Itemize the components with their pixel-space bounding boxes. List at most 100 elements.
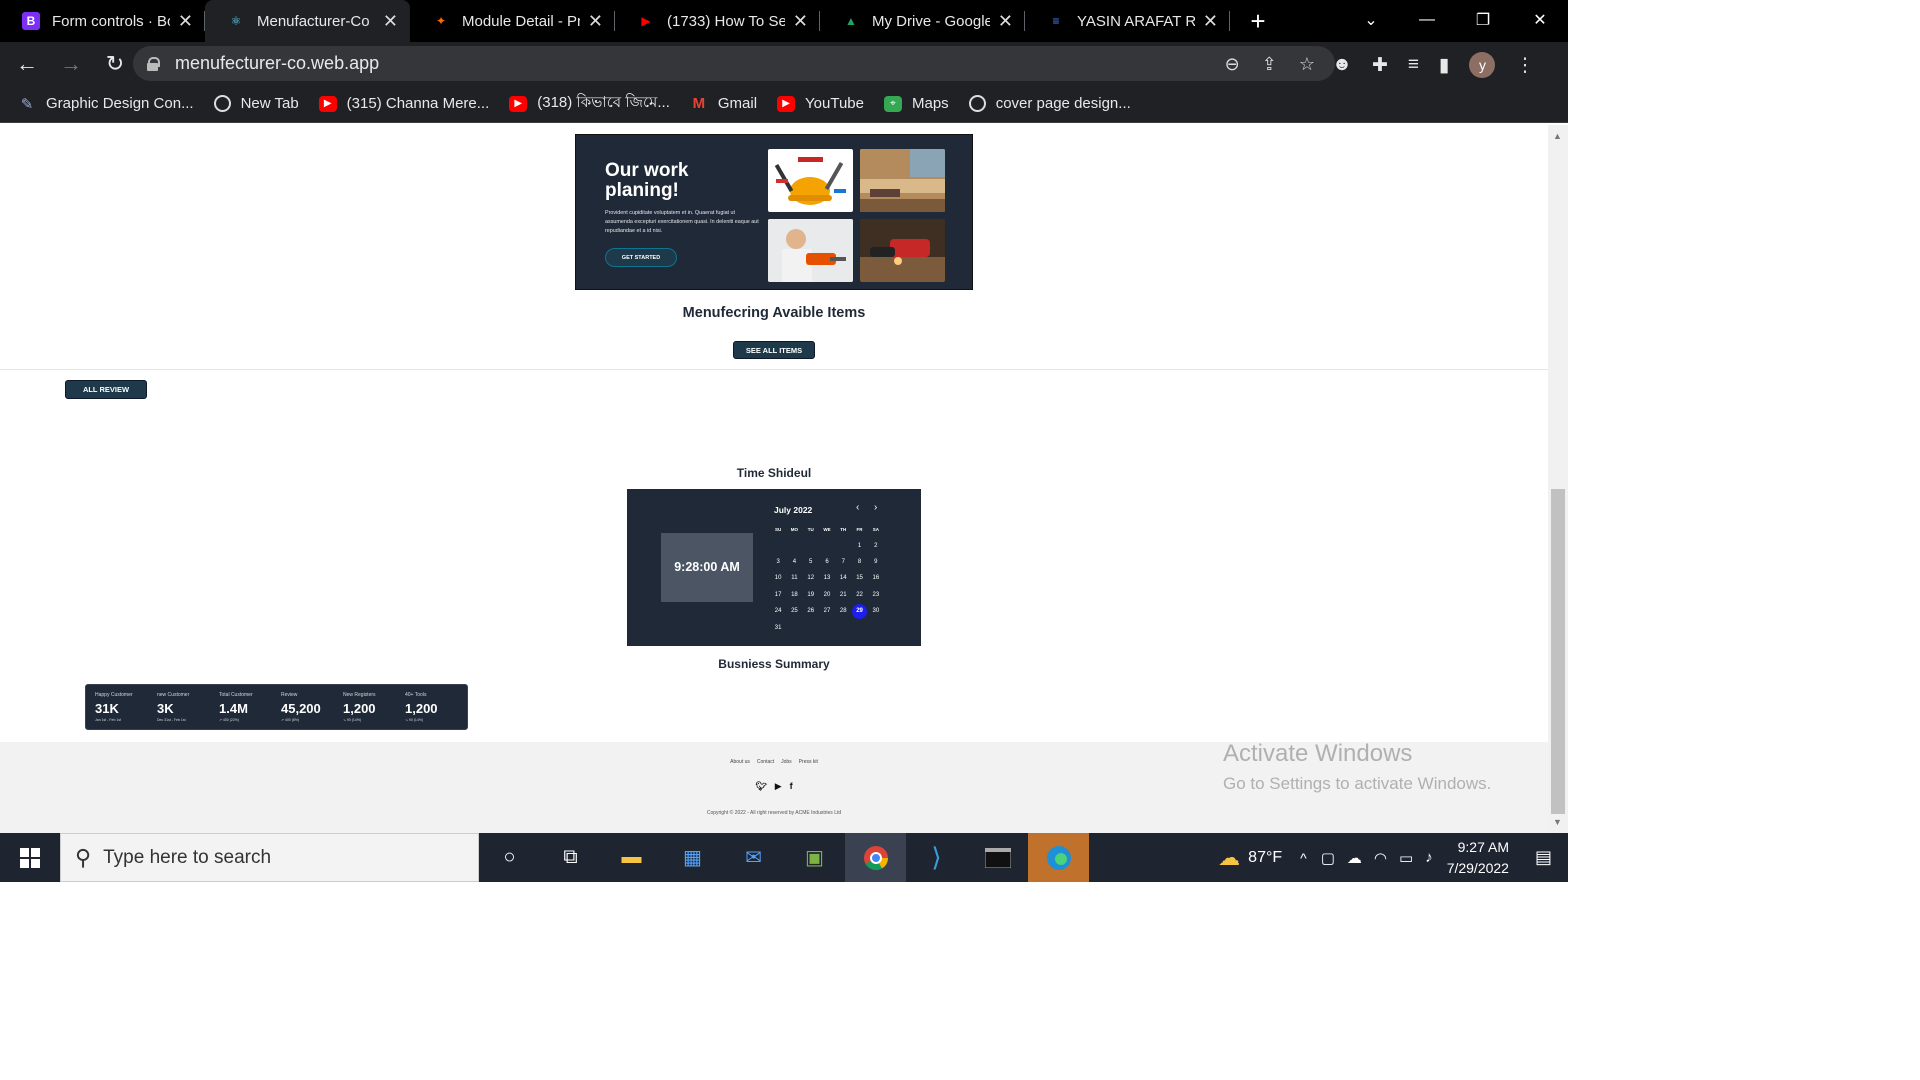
calendar-day[interactable]: 5 [803,559,819,565]
extension-icon[interactable]: ☻ [1332,54,1352,76]
url-text[interactable]: menufecturer-co.web.app [175,53,379,74]
close-window-button[interactable]: ✕ [1512,0,1568,40]
calendar-next-icon[interactable]: › [874,502,877,513]
mail-icon[interactable]: ✉ [723,833,784,882]
close-tab-icon[interactable]: ✕ [383,11,398,32]
calendar-day[interactable]: 30 [868,608,884,614]
calendar-day[interactable]: 13 [819,575,835,581]
bookmark-item[interactable]: cover page design... [968,95,1131,112]
edge-icon[interactable] [1028,833,1089,882]
calendar-day[interactable]: 28 [835,608,851,614]
close-tab-icon[interactable]: ✕ [998,11,1013,32]
bookmark-item[interactable]: New Tab [213,95,299,112]
see-all-items-button[interactable]: SEE ALL ITEMS [733,341,815,359]
scroll-up-icon[interactable]: ▲ [1553,131,1562,141]
footer-link[interactable]: Press kit [799,759,818,765]
minimize-button[interactable]: — [1399,0,1455,40]
browser-tab[interactable]: ▲ My Drive - Google D ✕ [820,0,1025,42]
get-started-button[interactable]: GET STARTED [605,248,677,267]
zoom-icon[interactable]: ⊖ [1225,54,1240,75]
calendar-day[interactable]: 10 [770,575,786,581]
profile-avatar[interactable]: y [1469,52,1496,78]
calendar-day[interactable]: 7 [835,559,851,565]
calendar-day[interactable]: 15 [851,575,867,581]
new-tab-button[interactable]: + [1230,0,1286,42]
calendar-day[interactable]: 18 [786,592,802,598]
cortana-icon[interactable]: ○ [479,833,540,882]
notifications-icon[interactable]: ▤ [1535,847,1552,868]
address-bar[interactable]: menufecturer-co.web.app ⊖ ⇪ ☆ [133,46,1335,81]
calendar-day[interactable]: 27 [819,608,835,614]
forward-icon[interactable]: → [52,45,90,83]
puzzle-icon[interactable]: ✚ [1372,54,1388,77]
wifi-icon[interactable]: ◠ [1374,849,1387,867]
tab-search-icon[interactable]: ⌄ [1343,0,1399,40]
calendar-day[interactable]: 24 [770,608,786,614]
side-panel-icon[interactable]: ▮ [1439,54,1449,77]
calendar-day[interactable]: 21 [835,592,851,598]
task-view-icon[interactable]: ⧉ [540,833,601,882]
share-icon[interactable]: ⇪ [1262,54,1277,75]
browser-tab[interactable]: ▶ (1733) How To Send ✕ [615,0,820,42]
calendar-day[interactable]: 31 [770,625,786,631]
footer-link[interactable]: Jobs [781,759,792,765]
menu-icon[interactable]: ⋮ [1515,54,1534,77]
calendar-day[interactable]: 23 [868,592,884,598]
all-review-button[interactable]: ALL REVIEW [65,380,147,399]
calendar-day[interactable]: 12 [803,575,819,581]
calendar-day[interactable]: 2 [868,543,884,549]
youtube-icon[interactable]: ▶ [775,781,782,792]
file-explorer-icon[interactable]: ▬ [601,833,662,882]
facebook-icon[interactable]: f [790,781,793,792]
page-scrollbar[interactable]: ▲ ▼ [1548,125,1568,833]
close-tab-icon[interactable]: ✕ [793,11,808,32]
taskbar-search[interactable]: ⚲ Type here to search [60,833,479,882]
bookmark-item[interactable]: ▶ (315) Channa Mere... [318,95,489,112]
browser-tab[interactable]: ⚛ Menufacturer-Co ✕ [205,0,410,42]
calendar-day[interactable]: 8 [851,559,867,565]
volume-icon[interactable]: ♪ [1425,849,1433,866]
start-button[interactable] [0,833,60,882]
calendar-day[interactable]: 6 [819,559,835,565]
calendar-day[interactable]: 1 [851,543,867,549]
meet-icon[interactable]: ▢ [1321,849,1335,867]
calendar-day[interactable]: 26 [803,608,819,614]
bookmark-item[interactable]: ▶ YouTube [777,95,864,112]
back-icon[interactable]: ← [8,45,46,83]
lock-icon[interactable] [147,56,160,71]
calendar-day[interactable]: 19 [803,592,819,598]
terminal-icon[interactable] [967,833,1028,882]
calendar-day[interactable]: 16 [868,575,884,581]
close-tab-icon[interactable]: ✕ [588,11,603,32]
vscode-icon[interactable]: ⟩ [906,833,967,882]
calendar-day[interactable]: 11 [786,575,802,581]
close-tab-icon[interactable]: ✕ [1203,11,1218,32]
chevron-up-icon[interactable]: ^ [1300,850,1307,866]
calendar-day[interactable]: 3 [770,559,786,565]
calendar-day[interactable]: 25 [786,608,802,614]
calendar-day[interactable]: 14 [835,575,851,581]
clock-area[interactable]: 9:27 AM 7/29/2022 [1447,837,1509,879]
browser-tab[interactable]: B Form controls · Boo ✕ [0,0,205,42]
footer-link[interactable]: About us [730,759,750,765]
scroll-thumb[interactable] [1551,489,1565,814]
calendar-day[interactable]: 4 [786,559,802,565]
bookmark-item[interactable]: ✎ Graphic Design Con... [18,95,194,113]
restore-button[interactable]: ❐ [1455,0,1511,40]
store-icon[interactable]: ▦ [662,833,723,882]
photos-icon[interactable]: ▣ [784,833,845,882]
chrome-icon[interactable] [845,833,906,882]
calendar-day[interactable]: 17 [770,592,786,598]
calendar-prev-icon[interactable]: ‹ [856,502,859,513]
twitter-icon[interactable]: 🐦︎ [755,781,766,792]
temperature[interactable]: 87°F [1248,849,1282,867]
reload-icon[interactable]: ↻ [96,45,134,83]
browser-tab[interactable]: ✦ Module Detail - Pro ✕ [410,0,615,42]
calendar-day[interactable]: 9 [868,559,884,565]
bookmark-item[interactable]: ⌖ Maps [884,95,949,112]
close-tab-icon[interactable]: ✕ [178,11,193,32]
scroll-down-icon[interactable]: ▼ [1553,817,1562,827]
media-icon[interactable]: ≡ [1408,54,1419,76]
calendar-day[interactable]: 20 [819,592,835,598]
calendar-day-selected[interactable]: 29 [851,603,868,619]
